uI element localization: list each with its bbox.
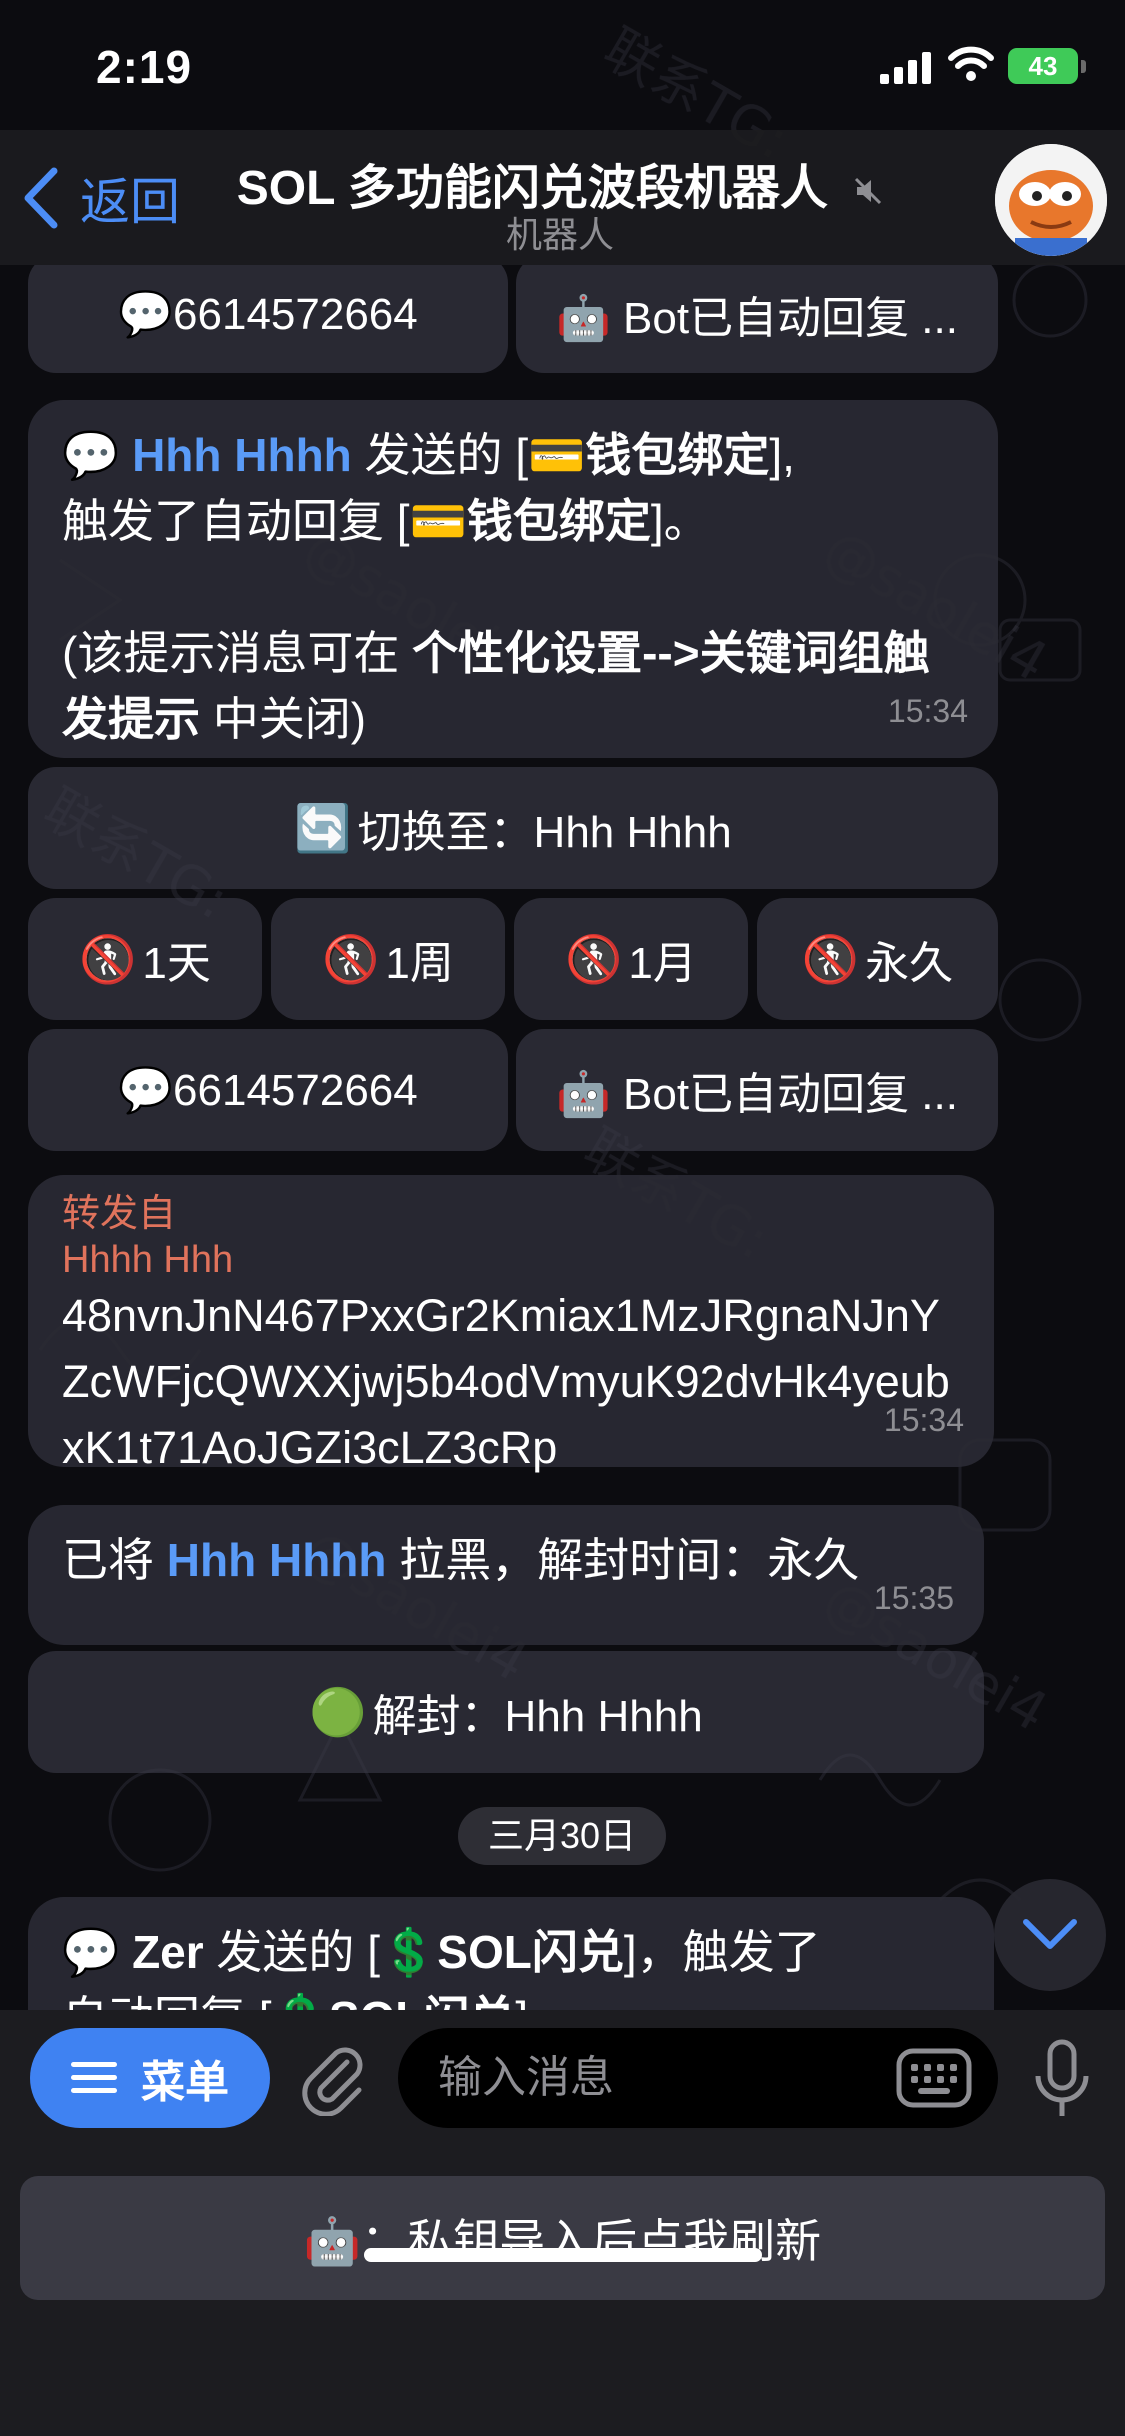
auto-reply-message: 💬 Hhh Hhhh 发送的 [💳钱包绑定], 触发了自动回复 [💳钱包绑定]。… <box>28 400 998 758</box>
ban-label: 永久 <box>865 939 954 988</box>
unban-label: 解封：Hhh Hhhh <box>372 1692 703 1741</box>
muted-speaker-icon <box>855 178 882 205</box>
speech-bubble-icon: 💬 <box>62 1926 133 1978</box>
forwarded-label: 转发自 <box>62 1193 177 1235</box>
status-time: 2:19 <box>96 41 193 93</box>
forwarded-message: 转发自 Hhhh Hhh 48nvnJnN467PxxGr2Kmiax1MzJR… <box>28 1175 994 1473</box>
message-time: 15:34 <box>887 693 968 729</box>
message-text: 拉黑，解封时间：永久 <box>386 1534 860 1586</box>
date-divider: 三月30日 <box>458 1807 666 1865</box>
sender-name[interactable]: Hhh Hhhh <box>132 429 352 481</box>
inline-button-label: 🤖 Bot已自动回复 ... <box>556 1070 958 1119</box>
keyword: SOL闪兑 <box>329 1992 516 2010</box>
wifi-icon <box>948 46 994 81</box>
bot-avatar[interactable] <box>995 144 1107 256</box>
refresh-icon: 🔄 <box>294 801 352 854</box>
money-icon: 💲 <box>380 1926 438 1978</box>
microphone-icon[interactable] <box>1030 2038 1094 2122</box>
telegram-chat-screen: 联系TG: 联系TG: @saolei4 @saolei4 联系TG: @sao… <box>0 0 1125 2436</box>
speech-bubble-icon: 💬 <box>62 429 133 481</box>
message-text: 已将 <box>62 1534 167 1586</box>
scroll-to-bottom-button[interactable] <box>994 1879 1106 1991</box>
no-entry-icon: 🚷 <box>565 932 623 985</box>
message-text: ]，触发了 <box>623 1926 821 1978</box>
message-list[interactable]: 💬6614572664 🤖 Bot已自动回复 ... 💬 Hhh Hhhh 发送… <box>0 265 1125 2010</box>
home-indicator[interactable] <box>364 2248 762 2262</box>
note-text: 中关闭) <box>200 693 367 745</box>
ban-1-month-button[interactable]: 🚷 1月 <box>514 898 748 1020</box>
keyword: 钱包绑定 <box>466 495 651 547</box>
no-entry-icon: 🚷 <box>79 932 137 985</box>
menu-label: 菜单 <box>141 2058 229 2107</box>
keyboard-toggle-icon[interactable] <box>896 2048 972 2108</box>
money-icon: 💲 <box>272 1992 329 2010</box>
no-entry-icon: 🚷 <box>322 932 380 985</box>
forwarded-text: 48nvnJnN467PxxGr2Kmiax1MzJRgnaNJnYZcWFjc… <box>62 1290 950 1473</box>
inline-button-label: 🤖 Bot已自动回复 ... <box>556 294 958 343</box>
auto-reply-message-partial: 💬 Zer 发送的 [💲SOL闪兑]，触发了 自动回复 [💲SOL闪兑] <box>28 1897 994 2010</box>
back-label: 返回 <box>80 174 180 230</box>
ban-1-day-button[interactable]: 🚷 1天 <box>28 898 262 1020</box>
attachment-icon[interactable] <box>295 2040 371 2116</box>
ban-label: 1月 <box>628 939 697 988</box>
credit-card-icon: 💳 <box>409 495 467 547</box>
message-text: ] <box>515 1992 528 2010</box>
ban-label: 1天 <box>142 939 211 988</box>
ban-label: 1周 <box>385 939 454 988</box>
chevron-down-icon <box>1023 1919 1077 1949</box>
blocked-message: 已将 Hhh Hhhh 拉黑，解封时间：永久 15:35 <box>28 1505 984 1645</box>
unban-button[interactable]: 🟢 解封：Hhh Hhhh <box>28 1651 984 1773</box>
refresh-after-import-button[interactable]: 🤖：私钥导入后点我刷新 <box>20 2176 1105 2300</box>
switch-label: 切换至：Hhh Hhhh <box>357 808 732 857</box>
chevron-left-icon <box>24 167 58 229</box>
keyword: 钱包绑定 <box>585 429 770 481</box>
inline-button-user-id[interactable]: 💬6614572664 <box>28 1029 508 1151</box>
forwarded-from[interactable]: Hhhh Hhh <box>62 1237 960 1283</box>
switch-to-button[interactable]: 🔄 切换至：Hhh Hhhh <box>28 767 998 889</box>
message-text: ]。 <box>650 495 710 547</box>
sender-name[interactable]: Hhh Hhhh <box>167 1534 387 1586</box>
note-text: (该提示消息可在 <box>62 627 413 679</box>
ban-forever-button[interactable]: 🚷 永久 <box>757 898 998 1020</box>
keyword: SOL闪兑 <box>437 1926 624 1978</box>
inline-button-auto-reply[interactable]: 🤖 Bot已自动回复 ... <box>516 1029 998 1151</box>
hamburger-icon <box>71 2062 117 2093</box>
no-entry-icon: 🚷 <box>801 932 860 985</box>
back-button[interactable]: 返回 <box>22 162 180 234</box>
cellular-signal-icon <box>880 52 931 84</box>
message-text: 自动回复 [ <box>62 1992 272 2010</box>
inline-button-user-id[interactable]: 💬6614572664 <box>28 265 508 373</box>
sender-name[interactable]: Zer <box>132 1926 204 1978</box>
message-time: 15:34 <box>883 1402 964 1438</box>
message-composer: 菜单 <box>0 2010 1125 2150</box>
chat-subtitle: 机器人 <box>505 214 614 255</box>
inline-button-auto-reply[interactable]: 🤖 Bot已自动回复 ... <box>516 265 998 373</box>
credit-card-icon: 💳 <box>528 429 586 481</box>
battery-indicator: 43 <box>1008 48 1086 84</box>
message-text: 发送的 [ <box>351 429 529 481</box>
inline-button-label: 💬6614572664 <box>118 290 418 339</box>
ban-1-week-button[interactable]: 🚷 1周 <box>271 898 505 1020</box>
message-text: 发送的 [ <box>203 1926 380 1978</box>
green-circle-icon: 🟢 <box>309 1685 367 1738</box>
status-bar: 2:19 43 <box>0 0 1125 130</box>
pepe-avatar-icon <box>995 144 1107 256</box>
chat-header: 返回 SOL 多功能闪兑波段机器人 机器人 <box>0 130 1125 265</box>
reply-keyboard: 🤖：私钥导入后点我刷新 <box>0 2150 1125 2436</box>
menu-button[interactable]: 菜单 <box>30 2028 270 2128</box>
message-time: 15:35 <box>873 1580 954 1616</box>
inline-button-label: 💬6614572664 <box>118 1066 418 1115</box>
